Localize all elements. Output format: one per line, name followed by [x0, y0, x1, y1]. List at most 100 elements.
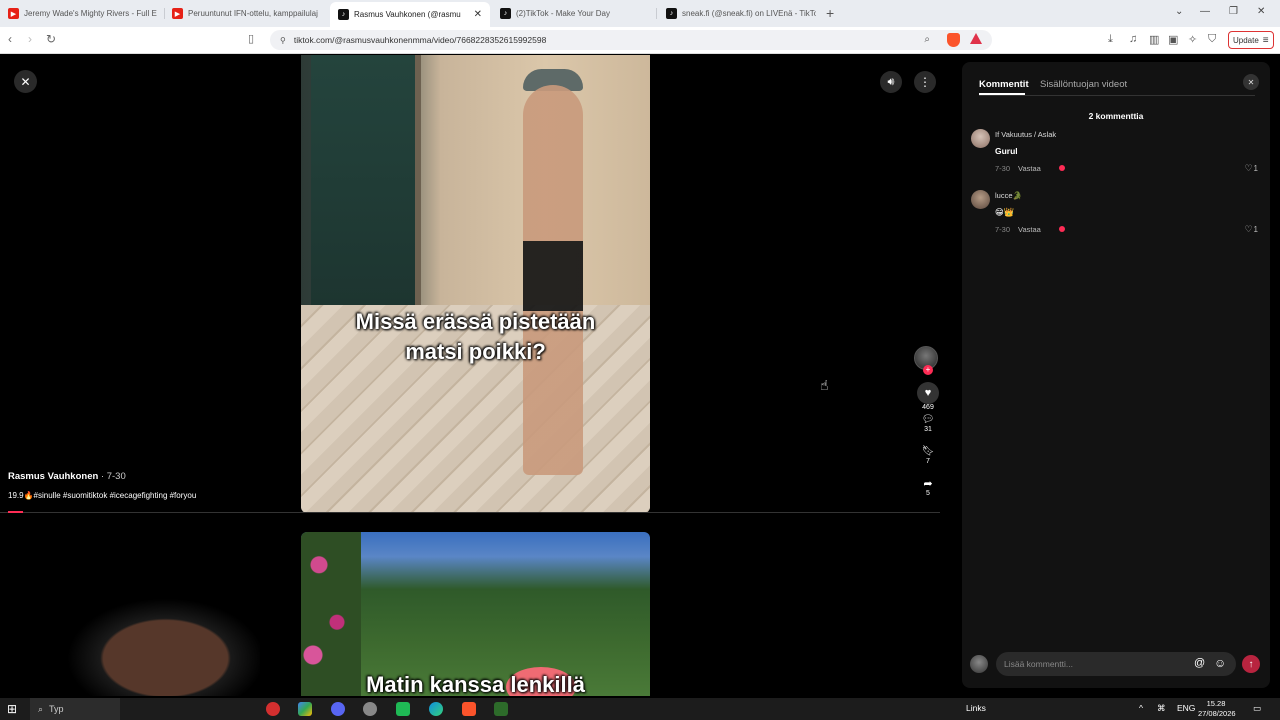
- media-icon[interactable]: ♫: [1129, 33, 1137, 45]
- tab-1[interactable]: ▶ Jeremy Wade's Mighty Rivers - Full E: [8, 4, 158, 23]
- tab-5[interactable]: ♪ sneak.fi (@sneak.fi) on LIVEnä - TikTo: [666, 4, 816, 23]
- tab-4[interactable]: ♪ (2)TikTok - Make Your Day: [500, 4, 650, 23]
- taskbar-clock[interactable]: 15.28 27/08/2026: [1198, 699, 1236, 719]
- avatar[interactable]: [971, 190, 990, 209]
- discord-icon[interactable]: [331, 702, 345, 716]
- zoom-icon[interactable]: ⌕: [924, 34, 930, 45]
- download-icon[interactable]: ⤓: [1108, 33, 1113, 46]
- creator-name[interactable]: Rasmus Vauhkonen: [8, 471, 98, 482]
- windows-start-icon[interactable]: ⊞: [7, 702, 17, 716]
- comment-action[interactable]: 💬︎ 31: [913, 412, 943, 434]
- creator-liked-icon: [1059, 226, 1065, 232]
- drive-icon[interactable]: [298, 702, 312, 716]
- update-button[interactable]: Update ≡: [1228, 31, 1274, 49]
- opera-icon[interactable]: [266, 702, 280, 716]
- comment-text: Gurul: [995, 146, 1018, 156]
- bookmark-save-icon[interactable]: 🔖︎: [921, 444, 935, 458]
- comment-icon[interactable]: 💬︎: [921, 412, 935, 426]
- notifications-icon[interactable]: ▭: [1253, 703, 1261, 714]
- brave-shield-icon[interactable]: [947, 33, 960, 47]
- browser-tab-bar: ▶ Jeremy Wade's Mighty Rivers - Full E ▶…: [0, 0, 1280, 27]
- bookmark-icon[interactable]: ▯: [248, 32, 254, 45]
- sidebar-icon[interactable]: ▥: [1149, 33, 1159, 46]
- back-icon[interactable]: ‹: [8, 32, 12, 46]
- comment-text: 😁👑: [995, 207, 1015, 217]
- reply-button[interactable]: Vastaa: [1018, 164, 1041, 173]
- tab-creator-videos[interactable]: Sisällöntuojan videot: [1040, 79, 1127, 90]
- video-person: [523, 85, 583, 475]
- avatar: [970, 655, 988, 673]
- video-caption-next: Matin kanssa lenkillä: [366, 672, 585, 696]
- comment-author[interactable]: lucce🐊: [995, 191, 1022, 200]
- send-button[interactable]: ↑: [1242, 655, 1260, 673]
- avatar[interactable]: [971, 129, 990, 148]
- vpn-icon[interactable]: ⛉: [1208, 33, 1216, 46]
- windows-taskbar: ⊞ ⌕ Typ Links ^ ⌘ ENG 15.28 27/08/2026 ▭: [0, 698, 1280, 720]
- tab-3-active[interactable]: ♪ Rasmus Vauhkonen (@rasmu ✕: [330, 2, 490, 27]
- brave-icon[interactable]: [462, 702, 476, 716]
- tab-title: Peruuntunut IFN-ottelu, kamppailulaj: [188, 9, 318, 18]
- language-indicator[interactable]: ENG: [1177, 703, 1195, 713]
- comment-like-button[interactable]: ♡1: [1244, 163, 1258, 174]
- android-studio-icon[interactable]: [396, 702, 410, 716]
- more-options-icon[interactable]: ⋮: [914, 71, 936, 93]
- follow-plus-icon[interactable]: +: [923, 365, 933, 375]
- comment-like-button[interactable]: ♡1: [1244, 224, 1258, 235]
- reload-icon[interactable]: ↻: [46, 32, 56, 46]
- links-toolbar[interactable]: Links: [966, 703, 986, 713]
- tray-chevron-icon[interactable]: ^: [1139, 703, 1143, 713]
- reply-button[interactable]: Vastaa: [1018, 225, 1041, 234]
- tiktok-icon: ♪: [500, 8, 511, 19]
- network-icon[interactable]: ⌘: [1157, 703, 1166, 714]
- emoji-icon[interactable]: ☺: [1214, 656, 1226, 670]
- forward-icon[interactable]: ›: [28, 32, 32, 46]
- new-tab-button[interactable]: +: [826, 5, 834, 21]
- creator-liked-icon: [1059, 165, 1065, 171]
- media-player-icon[interactable]: [494, 702, 508, 716]
- tab-2[interactable]: ▶ Peruuntunut IFN-ottelu, kamppailulaj: [172, 4, 322, 23]
- update-label: Update: [1233, 35, 1259, 45]
- comment-date: 7-30: [995, 225, 1011, 234]
- tab-title: Jeremy Wade's Mighty Rivers - Full E: [24, 9, 157, 18]
- tab-comments[interactable]: Kommentit: [979, 79, 1029, 90]
- like-action[interactable]: ♥ 469: [913, 382, 943, 411]
- mention-icon[interactable]: @: [1194, 657, 1205, 669]
- comment-date: 7-30: [995, 164, 1011, 173]
- tab-title: (2)TikTok - Make Your Day: [516, 9, 610, 18]
- tab-title: Rasmus Vauhkonen (@rasmu: [354, 10, 461, 19]
- app-icon[interactable]: [363, 702, 377, 716]
- address-bar[interactable]: ⚲ tiktok.com/@rasmusvauhkonenmma/video/7…: [270, 30, 992, 50]
- close-panel-icon[interactable]: ✕: [1243, 74, 1259, 90]
- close-video-button[interactable]: ✕: [14, 70, 37, 93]
- site-info-icon[interactable]: ⚲: [280, 36, 286, 45]
- comment-author[interactable]: If Vakuutus / Aslak: [995, 130, 1056, 139]
- video-feed: ✕ Missä erässä pistetään matsi poikki? 🔊…: [0, 55, 962, 696]
- comments-panel: Kommentit Sisällöntuojan videot ✕ 2 komm…: [962, 62, 1270, 688]
- leo-ai-icon[interactable]: ✧: [1188, 33, 1197, 46]
- edge-icon[interactable]: [429, 702, 443, 716]
- browser-nav-bar: ‹ › ↻ ▯ ⚲ tiktok.com/@rasmusvauhkonenmma…: [0, 27, 1280, 54]
- video-progress-track[interactable]: [0, 512, 940, 513]
- minimize-button[interactable]: —: [1200, 6, 1210, 17]
- close-tab-icon[interactable]: ✕: [474, 9, 482, 20]
- video-player-current[interactable]: Missä erässä pistetään matsi poikki?: [301, 55, 650, 513]
- tab-list-icon[interactable]: ⌄: [1175, 6, 1183, 17]
- brave-rewards-icon[interactable]: [970, 33, 982, 44]
- wallet-icon[interactable]: ▣: [1168, 33, 1178, 46]
- taskbar-search[interactable]: ⌕ Typ: [30, 698, 120, 720]
- video-player-next[interactable]: Matin kanssa lenkillä: [301, 532, 650, 696]
- close-window-button[interactable]: ✕: [1257, 6, 1265, 17]
- like-count: 469: [922, 404, 934, 411]
- share-count: 5: [926, 490, 930, 497]
- save-action[interactable]: 🔖︎ 7: [913, 444, 943, 466]
- url-text: tiktok.com/@rasmusvauhkonenmma/video/766…: [293, 35, 547, 45]
- volume-icon[interactable]: 🔊︎: [880, 71, 902, 93]
- share-action[interactable]: ➦ 5: [913, 476, 943, 498]
- menu-icon: ≡: [1262, 34, 1269, 46]
- save-count: 7: [926, 458, 930, 465]
- caption-line-1: Missä erässä pistetään: [355, 309, 596, 334]
- heart-icon[interactable]: ♥: [917, 382, 939, 404]
- clock-date: 27/08/2026: [1198, 709, 1236, 718]
- share-icon[interactable]: ➦: [921, 476, 935, 490]
- maximize-button[interactable]: ❐: [1229, 6, 1238, 17]
